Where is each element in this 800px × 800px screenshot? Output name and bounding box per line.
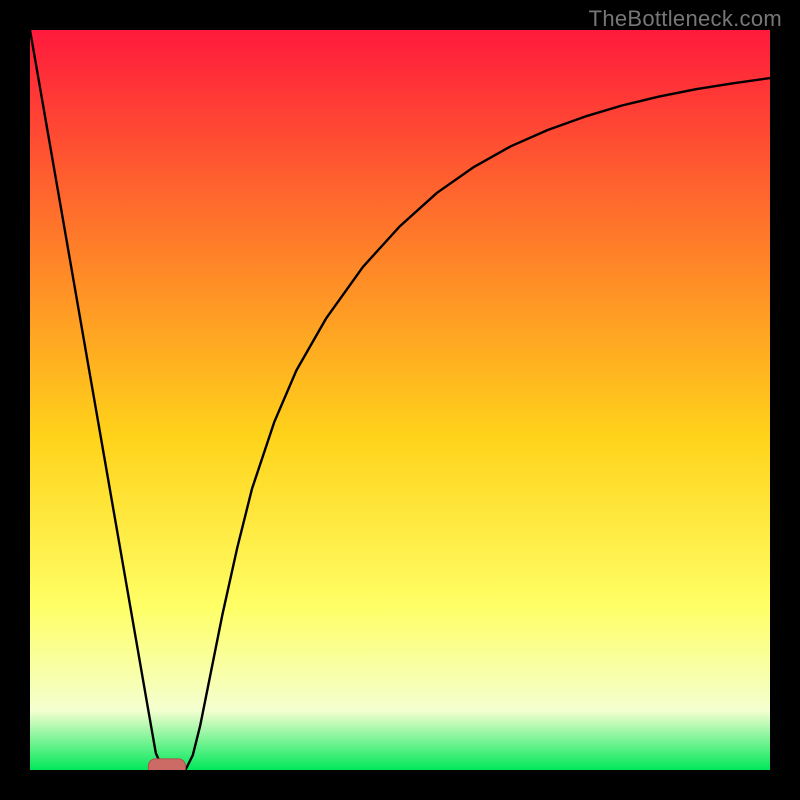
gradient-background [30,30,770,770]
chart-frame: TheBottleneck.com [0,0,800,800]
chart-svg [30,30,770,770]
plot-area [30,30,770,770]
watermark-text: TheBottleneck.com [589,6,782,32]
optimum-marker [148,759,185,770]
